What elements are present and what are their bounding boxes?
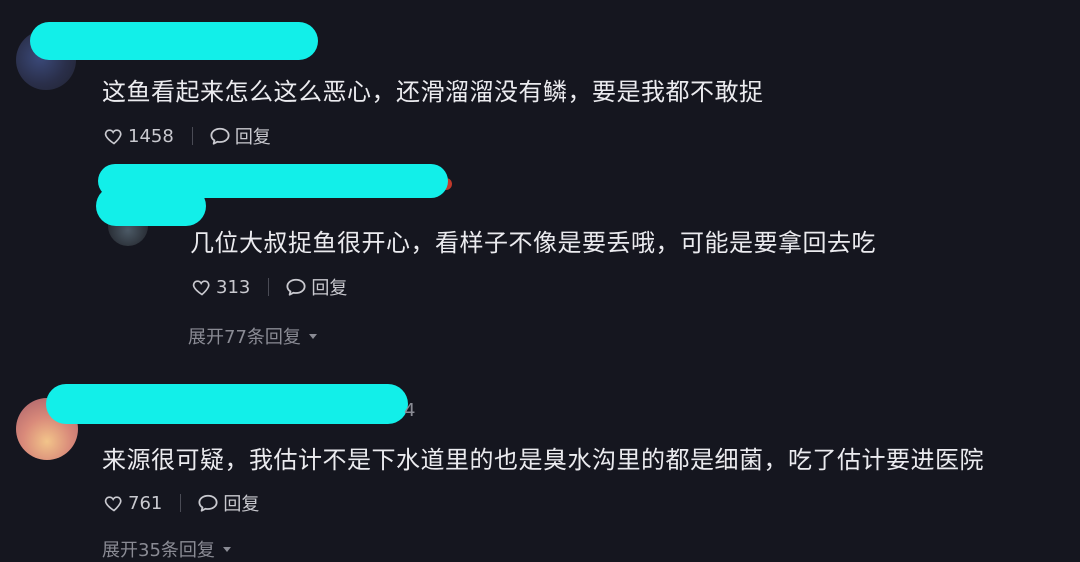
like-button[interactable]: 761 <box>104 493 162 514</box>
heart-icon <box>192 280 210 296</box>
like-count: 313 <box>216 276 251 298</box>
expand-replies-button[interactable]: 展开77条回复 <box>188 323 317 349</box>
username-redaction <box>46 384 408 424</box>
expand-replies-label: 展开77条回复 <box>188 327 301 348</box>
reply-button[interactable]: 回复 <box>285 274 347 300</box>
comment-bubble-icon <box>286 278 306 296</box>
reply-label: 回复 <box>234 127 271 148</box>
divider <box>180 494 182 512</box>
comment-actions: 761 回复 <box>104 490 259 516</box>
meta-fragment: 4 <box>404 400 416 421</box>
expand-replies-label: 展开35条回复 <box>102 540 215 561</box>
like-count: 1458 <box>128 125 174 147</box>
divider <box>191 127 193 145</box>
comment-actions: 1458 回复 <box>104 123 271 149</box>
divider <box>268 278 270 296</box>
reply-button[interactable]: 回复 <box>209 123 271 149</box>
caret-down-icon <box>222 546 231 552</box>
comment-text: 几位大叔捉鱼很开心，看样子不像是要丢哦，可能是要拿回去吃 <box>190 229 876 257</box>
comment-bubble-icon <box>198 494 218 512</box>
comment-bubble-icon <box>210 127 230 145</box>
heart-icon <box>104 129 122 145</box>
like-button[interactable]: 1458 <box>104 126 174 147</box>
reply-button[interactable]: 回复 <box>197 490 259 516</box>
expand-replies-button[interactable]: 展开35条回复 <box>102 536 231 562</box>
like-button[interactable]: 313 <box>192 277 250 298</box>
comment-text: 来源很可疑，我估计不是下水道里的也是臭水沟里的都是细菌，吃了估计要进医院 <box>102 446 984 474</box>
username-redaction <box>96 186 206 226</box>
heart-icon <box>104 496 122 512</box>
username-redaction <box>30 22 318 60</box>
caret-down-icon <box>308 333 317 339</box>
like-count: 761 <box>128 492 163 514</box>
reply-label: 回复 <box>223 494 260 515</box>
reply-label: 回复 <box>311 278 348 299</box>
comment-actions: 313 回复 <box>192 274 347 300</box>
comment-text: 这鱼看起来怎么这么恶心，还滑溜溜没有鳞，要是我都不敢捉 <box>102 78 764 106</box>
